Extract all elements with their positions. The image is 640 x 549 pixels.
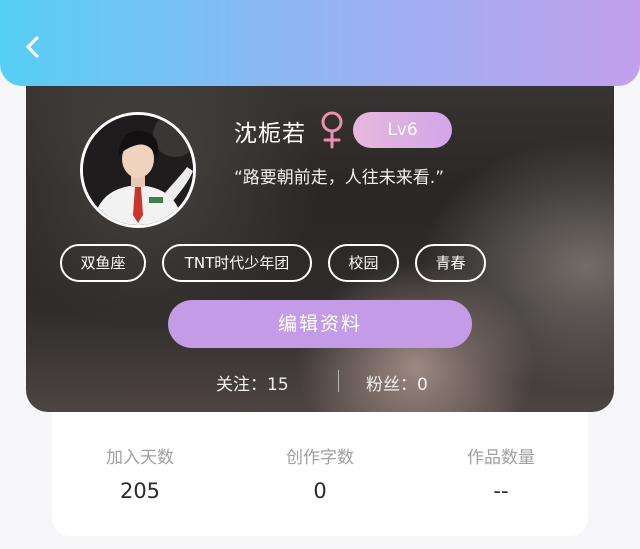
stat-value: 0 — [313, 479, 327, 503]
stat-value: 205 — [119, 479, 161, 503]
stats-divider — [338, 370, 339, 392]
tag-chip[interactable]: TNT时代少年团 — [162, 244, 312, 282]
stat-label: 作品数量 — [467, 448, 535, 468]
stat-works-count[interactable]: 作品数量 -- — [421, 446, 581, 506]
fans-count[interactable]: 粉丝：0 — [366, 370, 428, 395]
level-badge: Lv6 — [353, 112, 452, 148]
profile-signature: “路要朝前走，人往未来看.” — [234, 168, 445, 188]
following-count[interactable]: 关注：15 — [216, 370, 289, 395]
edit-profile-button[interactable]: 编辑资料 — [168, 300, 472, 348]
avatar[interactable] — [80, 112, 196, 228]
chevron-left-icon — [26, 36, 39, 58]
back-button[interactable] — [20, 34, 46, 60]
username: 沈栀若 — [234, 121, 306, 147]
profile-page: 沈栀若 Lv6 “路要朝前走，人往未来看.” 双鱼座 TNT时代少年团 校园 青… — [0, 0, 640, 549]
user-avatar — [83, 115, 193, 225]
stat-word-count: 创作字数 0 — [240, 446, 400, 506]
stat-value: -- — [493, 479, 509, 503]
stat-join-days: 加入天数 205 — [60, 446, 220, 506]
tag-chip[interactable]: 青春 — [415, 244, 486, 282]
tag-chip[interactable]: 双鱼座 — [60, 244, 146, 282]
female-symbol-icon — [317, 109, 347, 149]
header-bar — [0, 0, 640, 86]
stat-label: 加入天数 — [106, 448, 174, 468]
tag-chip[interactable]: 校园 — [328, 244, 399, 282]
stat-label: 创作字数 — [286, 448, 354, 468]
